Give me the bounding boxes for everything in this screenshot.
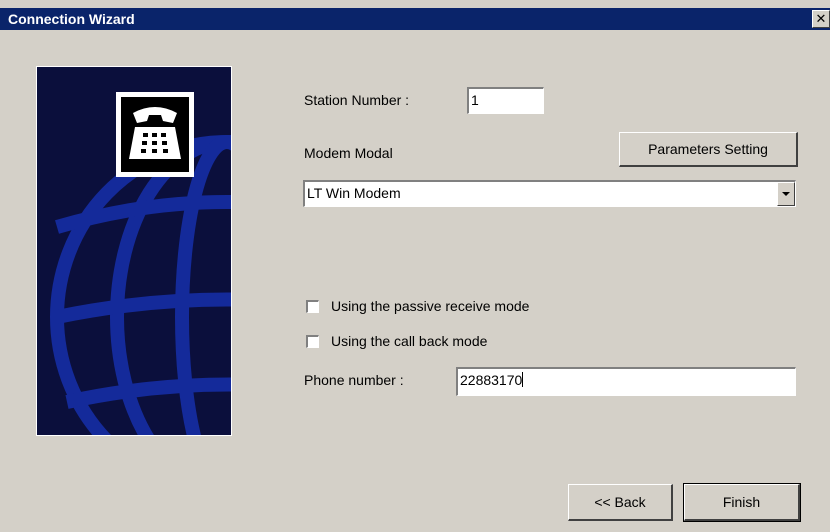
close-icon: ✕ (815, 11, 827, 26)
globe-illustration (37, 67, 231, 435)
passive-mode-label: Using the passive receive mode (331, 298, 530, 314)
window-title: Connection Wizard (8, 11, 135, 27)
parameters-setting-button[interactable]: Parameters Setting (619, 132, 798, 167)
call-back-checkbox[interactable] (306, 335, 319, 348)
modem-select-value: LT Win Modem (307, 185, 401, 201)
station-number-value: 1 (471, 92, 479, 108)
back-button[interactable]: << Back (568, 484, 673, 521)
chevron-down-icon[interactable] (777, 182, 795, 206)
phone-number-value: 22883170 (460, 372, 523, 388)
title-bar: Connection Wizard ✕ (0, 8, 830, 30)
wizard-side-image (36, 66, 232, 436)
telephone-icon (116, 92, 194, 177)
call-back-label: Using the call back mode (331, 333, 488, 349)
finish-button[interactable]: Finish (683, 483, 801, 522)
phone-number-label: Phone number : (304, 372, 404, 388)
text-caret (522, 372, 524, 387)
modem-label: Modem Modal (304, 145, 393, 161)
station-number-label: Station Number : (304, 92, 410, 108)
phone-number-input[interactable]: 22883170 (456, 367, 796, 396)
station-number-input[interactable]: 1 (467, 87, 544, 114)
modem-select[interactable]: LT Win Modem (303, 180, 796, 207)
close-button[interactable]: ✕ (812, 10, 830, 28)
passive-mode-checkbox[interactable] (306, 300, 319, 313)
